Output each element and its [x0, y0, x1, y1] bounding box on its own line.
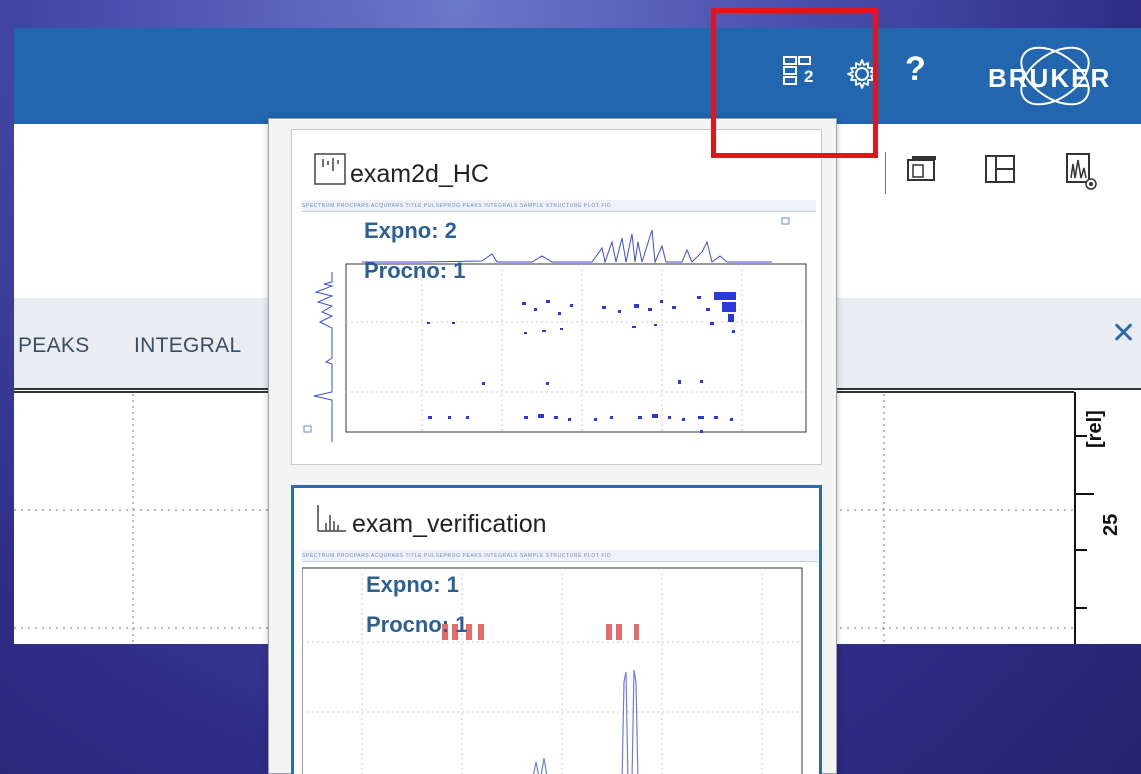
app-header-bar: 2 ? BRUKER	[14, 28, 1141, 124]
2d-spectrum-icon	[314, 153, 346, 190]
dataset-list-popup: exam2d_HC SPECTRUM PROCPARS ACQUPARS TIT…	[268, 118, 837, 774]
close-icon[interactable]: ✕	[1111, 316, 1136, 351]
toolbar-divider	[885, 152, 886, 194]
y-axis-tick-label: 25	[1100, 513, 1122, 536]
procno-label: Procno: 1	[366, 612, 468, 637]
window-layout-icon[interactable]	[906, 154, 938, 189]
y-axis-unit-label: [rel]	[1084, 410, 1106, 448]
split-layout-icon[interactable]	[984, 154, 1016, 189]
spectrum-settings-icon[interactable]	[1065, 152, 1099, 197]
procno-label: Procno: 1	[364, 258, 466, 283]
tab-integral[interactable]: INTEGRAL	[134, 334, 241, 358]
brand-name: BRUKER	[988, 63, 1112, 93]
thumbnail-tab-strip: SPECTRUM PROCPARS ACQUPARS TITLE PULSEPR…	[302, 550, 818, 562]
1d-spectrum-icon	[316, 503, 348, 540]
expno-label: Expno: 1	[366, 572, 459, 597]
dataset-name: exam2d_HC	[350, 160, 489, 188]
dataset-card-selected[interactable]: exam_verification SPECTRUM PROCPARS ACQU…	[291, 485, 822, 774]
help-icon[interactable]: ?	[905, 50, 926, 89]
thumbnail-tab-strip: SPECTRUM PROCPARS ACQUPARS TITLE PULSEPR…	[302, 200, 816, 212]
2d-contour-thumbnail	[303, 217, 807, 442]
bruker-logo: BRUKER	[974, 34, 1136, 118]
tab-peaks[interactable]: PEAKS	[18, 334, 90, 358]
dataset-card[interactable]: exam2d_HC SPECTRUM PROCPARS ACQUPARS TIT…	[291, 129, 822, 465]
expno-label: Expno: 2	[364, 218, 457, 243]
dataset-name: exam_verification	[352, 510, 547, 538]
highlight-box	[711, 8, 878, 158]
